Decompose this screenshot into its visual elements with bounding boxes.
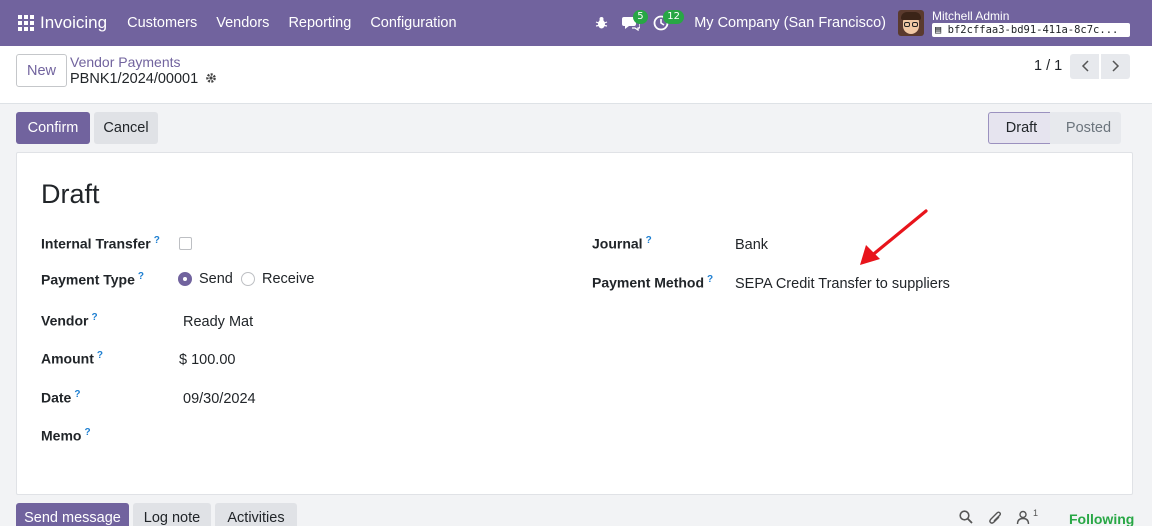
vendor-label-text: Vendor [41,312,89,329]
amount-label: Amount? [41,350,103,367]
chevron-right-icon [1111,59,1120,75]
breadcrumb-current: PBNK1/2024/00001 [70,71,217,87]
messages-icon[interactable]: 5 [616,0,648,46]
page-title: Draft [41,179,100,209]
stage-posted[interactable]: Posted [1050,112,1121,144]
help-icon[interactable]: ? [84,427,90,438]
database-label: bf2cffaa3-bd91-411a-8c7c... [947,23,1119,36]
internal-transfer-checkbox[interactable] [179,237,192,250]
help-icon[interactable]: ? [97,350,103,361]
memo-label-text: Memo [41,427,82,444]
help-icon[interactable]: ? [74,389,80,400]
confirm-button[interactable]: Confirm [16,112,90,144]
status-bar: Draft Posted [988,111,1121,145]
journal-label: Journal? [592,235,652,252]
cancel-button[interactable]: Cancel [94,112,158,144]
debug-bug-icon[interactable] [586,0,616,46]
paperclip-icon[interactable] [988,510,1002,526]
menu-customers[interactable]: Customers [127,15,197,31]
send-message-button[interactable]: Send message [16,503,129,526]
activities-button[interactable]: Activities [215,503,297,526]
activities-clock-icon[interactable]: 12 [646,0,684,46]
memo-label: Memo? [41,427,91,444]
record-name: PBNK1/2024/00001 [70,71,199,87]
annotation-arrow-icon [860,209,928,265]
payment-method-label-text: Payment Method [592,274,705,291]
internal-transfer-label: Internal Transfer? [41,235,160,252]
payment-type-receive-label[interactable]: Receive [262,271,314,287]
help-icon[interactable]: ? [138,271,144,282]
payment-type-receive-radio[interactable] [241,272,255,286]
pager-value[interactable]: 1 / 1 [1034,58,1062,74]
stage-draft[interactable]: Draft [988,112,1050,144]
payment-type-label: Payment Type? [41,271,144,288]
help-icon[interactable]: ? [91,312,97,323]
vendor-field[interactable]: Ready Mat [183,314,253,330]
help-icon[interactable]: ? [154,235,160,246]
company-switcher[interactable]: My Company (San Francisco) [694,15,886,31]
database-icon: ▤ [935,23,942,36]
payment-type-send-radio[interactable] [178,272,192,286]
help-icon[interactable]: ? [646,235,652,246]
breadcrumb-vendor-payments[interactable]: Vendor Payments [70,54,181,70]
following-button[interactable]: Following [1069,511,1134,526]
user-name: Mitchell Admin [932,8,1010,23]
new-button[interactable]: New [16,54,67,87]
user-menu[interactable]: Mitchell Admin ▤ bf2cffaa3-bd91-411a-8c7… [932,8,1130,37]
database-name: ▤ bf2cffaa3-bd91-411a-8c7c... [932,22,1130,37]
date-field[interactable]: 09/30/2024 [183,391,256,407]
amount-label-text: Amount [41,350,94,367]
payment-method-field[interactable]: SEPA Credit Transfer to suppliers [735,276,950,292]
pager-next-button[interactable] [1101,54,1130,79]
journal-label-text: Journal [592,235,643,252]
amount-field[interactable]: $ 100.00 [179,352,235,368]
chevron-left-icon [1081,59,1089,75]
app-name[interactable]: Invoicing [40,13,107,33]
top-navbar: Invoicing Customers Vendors Reporting Co… [0,0,1152,46]
user-avatar[interactable] [898,10,924,36]
payment-method-label: Payment Method? [592,274,713,291]
activities-badge: 12 [663,10,684,24]
payment-type-send-label[interactable]: Send [199,271,233,287]
followers-user-icon[interactable] [1016,510,1030,526]
date-label-text: Date [41,389,72,406]
date-label: Date? [41,389,80,406]
journal-field[interactable]: Bank [735,237,768,253]
help-icon[interactable]: ? [707,274,713,285]
gear-icon[interactable] [205,72,217,87]
memo-field[interactable] [183,429,483,447]
menu-configuration[interactable]: Configuration [370,15,456,31]
payment-type-label-text: Payment Type [41,271,135,288]
form-sheet: Draft Internal Transfer? Payment Type? S… [16,152,1133,495]
pager-previous-button[interactable] [1070,54,1099,79]
search-icon[interactable] [959,510,973,526]
menu-vendors[interactable]: Vendors [216,15,269,31]
log-note-button[interactable]: Log note [133,503,211,526]
menu-reporting[interactable]: Reporting [288,15,351,31]
control-panel: New Vendor Payments PBNK1/2024/00001 1 /… [0,46,1152,104]
internal-transfer-label-text: Internal Transfer [41,235,151,252]
vendor-label: Vendor? [41,312,98,329]
followers-count: 1 [1033,508,1039,518]
